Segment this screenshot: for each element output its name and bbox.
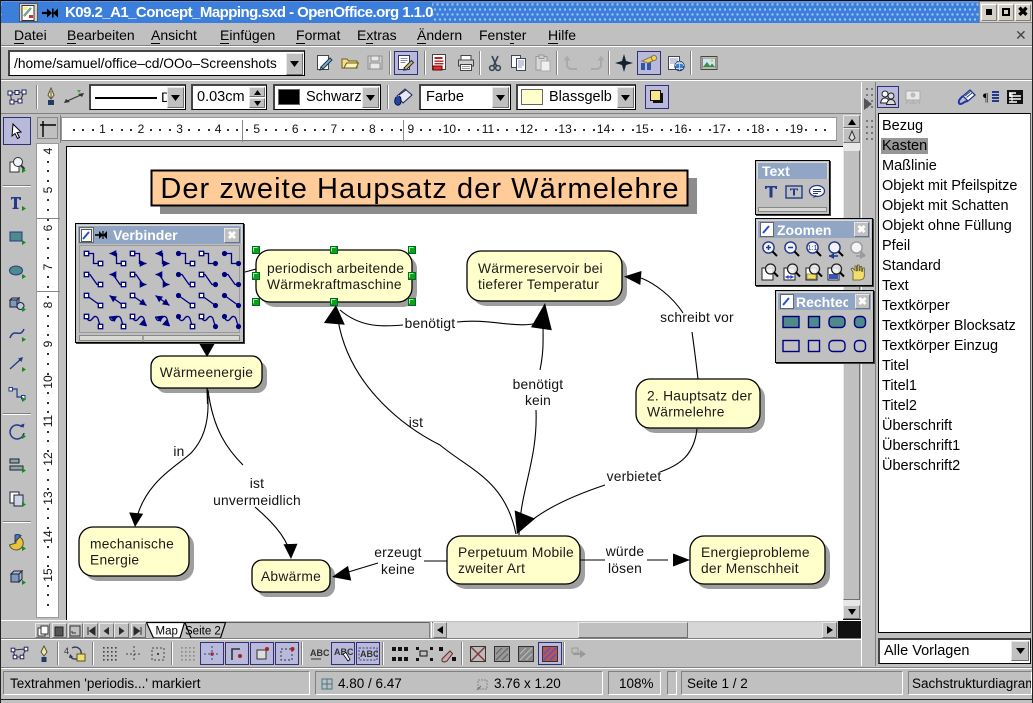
svg-text:Wärmekraftmaschine: Wärmekraftmaschine (267, 277, 402, 292)
svg-text:Abwärme: Abwärme (261, 569, 321, 584)
svg-text:unvermeidlich: unvermeidlich (213, 493, 301, 508)
svg-text:ABC: ABC (334, 647, 353, 657)
svg-text:mechanische: mechanische (90, 537, 174, 552)
svg-text:1:1: 1:1 (808, 245, 818, 252)
svg-text:Seite 2: Seite 2 (185, 626, 221, 638)
svg-text:Energieprobleme: Energieprobleme (701, 545, 810, 560)
svg-text:in: in (173, 444, 184, 459)
svg-text:tieferer Temperatur: tieferer Temperatur (478, 277, 599, 292)
svg-text:4: 4 (64, 646, 69, 656)
svg-text:Wärmelehre: Wärmelehre (647, 405, 725, 420)
svg-text:schreibt vor: schreibt vor (660, 310, 734, 325)
svg-text:Wärmeenergie: Wärmeenergie (160, 365, 254, 380)
svg-text:verbietet: verbietet (607, 469, 662, 484)
svg-text:Perpetuum Mobile: Perpetuum Mobile (458, 545, 574, 560)
svg-text:der Menschheit: der Menschheit (701, 561, 799, 576)
svg-text:Der zweite Haupsatz der Wärmel: Der zweite Haupsatz der Wärmelehre (160, 173, 679, 205)
svg-text:ist: ist (409, 415, 423, 430)
svg-text:Energie: Energie (90, 553, 139, 568)
svg-text:lösen: lösen (608, 561, 642, 576)
svg-text:ABC: ABC (360, 649, 378, 659)
svg-text:erzeugt: erzeugt (374, 545, 421, 560)
svg-text:ist: ist (250, 476, 264, 491)
svg-text:kein: kein (525, 393, 551, 408)
svg-text:Map: Map (156, 626, 178, 638)
svg-text:¶: ¶ (1009, 92, 1014, 103)
svg-text:ABC: ABC (310, 648, 329, 658)
svg-text:Wärmereservoir bei: Wärmereservoir bei (478, 261, 603, 276)
svg-text:¶: ¶ (983, 90, 989, 104)
svg-text:würde: würde (605, 544, 645, 559)
svg-text:2. Hauptsatz der: 2. Hauptsatz der (647, 389, 752, 404)
svg-text:zweiter Art: zweiter Art (458, 561, 525, 576)
svg-text:periodisch arbeitende: periodisch arbeitende (267, 261, 404, 276)
svg-text:benötigt: benötigt (405, 316, 456, 331)
svg-text:benötigt: benötigt (513, 377, 564, 392)
svg-text:keine: keine (381, 562, 415, 577)
